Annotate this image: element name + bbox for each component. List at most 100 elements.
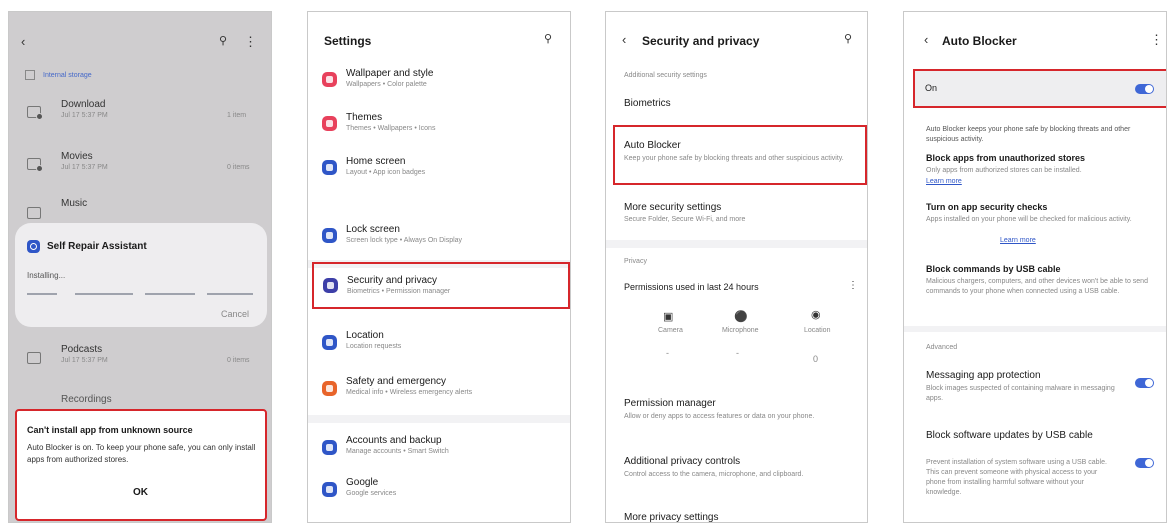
folder-icon: [27, 207, 41, 219]
settings-item-sub: Biometrics • Permission manager: [347, 288, 451, 295]
perm-label: Microphone: [722, 327, 759, 334]
progress-segment: [145, 293, 195, 295]
folder-icon: [27, 352, 41, 364]
file-item-name[interactable]: Recordings: [61, 394, 112, 405]
permission-manager-label[interactable]: Permission manager: [624, 398, 716, 409]
search-icon[interactable]: ⚲: [544, 32, 552, 45]
ok-button[interactable]: OK: [133, 487, 148, 498]
intro-text: Auto Blocker keeps your phone safe by bl…: [926, 126, 1131, 143]
settings-item-label[interactable]: Lock screen: [346, 224, 400, 235]
learn-more-link[interactable]: Learn more: [926, 178, 962, 185]
lock-screen-icon: [322, 228, 337, 243]
more-privacy-label[interactable]: More privacy settings: [624, 512, 718, 522]
file-item-name[interactable]: Music: [61, 198, 87, 209]
section-divider: [308, 415, 570, 423]
file-item-meta: 0 items: [227, 164, 250, 171]
settings-group: Lock screen Screen lock type • Always On…: [308, 202, 570, 262]
auto-blocker-toggle[interactable]: [1135, 84, 1154, 94]
permission-manager-sub: Allow or deny apps to access features or…: [624, 413, 815, 420]
perm-count: 0: [813, 354, 819, 364]
back-arrow-icon[interactable]: ‹: [924, 32, 928, 47]
usb-updates-toggle[interactable]: [1135, 458, 1154, 468]
file-item-name[interactable]: Podcasts: [61, 344, 102, 355]
usb-updates-sub: Prevent installation of system software …: [926, 459, 1107, 496]
permissions-used-label[interactable]: Permissions used in last 24 hours: [624, 282, 759, 292]
install-status: Installing...: [27, 271, 66, 280]
location-pin-icon: ◉: [811, 309, 821, 321]
usb-commands-sub: Malicious chargers, computers, and other…: [926, 278, 1148, 295]
settings-item-sub: Manage accounts • Smart Switch: [346, 448, 449, 455]
master-switch-row[interactable]: On: [913, 69, 1166, 108]
on-label: On: [925, 83, 938, 93]
settings-item-sub: Google services: [346, 490, 397, 497]
settings-item-label[interactable]: Security and privacy: [347, 275, 437, 286]
back-arrow-icon[interactable]: ‹: [622, 32, 626, 47]
messaging-label[interactable]: Messaging app protection: [926, 370, 1041, 381]
location-icon: [322, 335, 337, 350]
file-item-date: Jul 17 5:37 PM: [61, 164, 108, 171]
page-title: Settings: [324, 34, 372, 48]
more-options-icon[interactable]: ⋮: [244, 34, 257, 50]
progress-segment: [75, 293, 133, 295]
settings-item-sub: Screen lock type • Always On Display: [346, 237, 463, 244]
settings-item-sub: Wallpapers • Color palette: [346, 81, 427, 88]
security-privacy-highlight[interactable]: Security and privacy Biometrics • Permis…: [312, 262, 570, 309]
settings-item-sub: Location requests: [346, 343, 402, 350]
safety-emergency-icon: [322, 381, 337, 396]
auto-blocker-highlight[interactable]: Auto Blocker Keep your phone safe by blo…: [613, 125, 867, 185]
back-arrow-icon[interactable]: ‹: [21, 34, 25, 49]
wallpaper-icon: [322, 72, 337, 87]
home-screen-icon: [322, 160, 337, 175]
section-header: Additional security settings: [624, 72, 707, 79]
settings-item-sub: Themes • Wallpapers • Icons: [346, 125, 436, 132]
settings-item-sub: Medical info • Wireless emergency alerts: [346, 389, 473, 396]
file-item-name[interactable]: Movies: [61, 151, 93, 162]
settings-item-label[interactable]: Location: [346, 330, 384, 341]
biometrics-item[interactable]: Biometrics: [624, 98, 671, 109]
settings-group: Wallpaper and style Wallpapers • Color p…: [308, 58, 570, 198]
learn-more-link[interactable]: Learn more: [1000, 237, 1036, 244]
additional-privacy-label[interactable]: Additional privacy controls: [624, 456, 740, 467]
overlay-title: Self Repair Assistant: [47, 241, 147, 252]
security-shield-icon: [323, 278, 338, 293]
google-icon: [322, 482, 337, 497]
progress-segment: [207, 293, 253, 295]
file-item-date: Jul 17 5:37 PM: [61, 357, 108, 364]
file-item-name[interactable]: Download: [61, 99, 105, 110]
settings-item-label[interactable]: Google: [346, 477, 378, 488]
auto-blocker-screen: ‹ Auto Blocker ⋮ On Auto Blocker keeps y…: [903, 11, 1167, 523]
more-options-icon[interactable]: ⋮: [848, 280, 858, 291]
settings-item-label[interactable]: Accounts and backup: [346, 435, 442, 446]
file-item-meta: 0 items: [227, 357, 250, 364]
messaging-toggle[interactable]: [1135, 378, 1154, 388]
search-icon[interactable]: ⚲: [844, 32, 852, 45]
more-security-label[interactable]: More security settings: [624, 202, 721, 213]
more-security-sub: Secure Folder, Secure Wi-Fi, and more: [624, 216, 746, 223]
more-options-icon[interactable]: ⋮: [1150, 32, 1163, 48]
section-header: Advanced: [926, 344, 958, 351]
perm-count: -: [736, 348, 739, 358]
breadcrumb[interactable]: Internal storage: [43, 72, 92, 79]
accounts-backup-icon: [322, 440, 337, 455]
settings-item-sub: Layout • App icon badges: [346, 169, 426, 176]
cancel-button[interactable]: Cancel: [221, 309, 249, 319]
additional-privacy-sub: Control access to the camera, microphone…: [624, 471, 804, 478]
section-header: Privacy: [624, 258, 647, 265]
dialog-body: Auto Blocker is on. To keep your phone s…: [27, 443, 256, 464]
block-stores-label: Block apps from unauthorized stores: [926, 153, 1086, 163]
app-checks-label: Turn on app security checks: [926, 202, 1048, 212]
search-icon[interactable]: ⚲: [219, 34, 227, 47]
file-item-meta: 1 item: [227, 112, 247, 119]
settings-item-label[interactable]: Wallpaper and style: [346, 68, 433, 79]
settings-item-label[interactable]: Home screen: [346, 156, 405, 167]
messaging-sub: Block images suspected of containing mal…: [926, 385, 1115, 402]
auto-blocker-label[interactable]: Auto Blocker: [624, 140, 681, 151]
perm-label: Location: [804, 327, 831, 334]
progress-segment: [27, 293, 57, 295]
auto-blocker-sub: Keep your phone safe by blocking threats…: [624, 155, 844, 162]
settings-item-label[interactable]: Themes: [346, 112, 382, 123]
usb-updates-label[interactable]: Block software updates by USB cable: [926, 429, 1096, 442]
page-title: Auto Blocker: [942, 34, 1017, 48]
usb-commands-label: Block commands by USB cable: [926, 264, 1061, 274]
settings-item-label[interactable]: Safety and emergency: [346, 376, 446, 387]
